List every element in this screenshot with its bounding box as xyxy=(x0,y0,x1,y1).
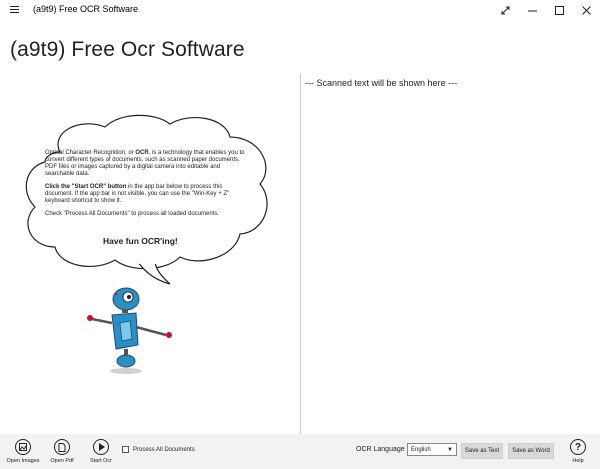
start-ocr-button[interactable]: Start Ocr xyxy=(86,439,116,464)
cloud-para1-text: Optical Character Recognition, or xyxy=(45,150,136,156)
save-as-text-button[interactable]: Save as Text xyxy=(461,443,503,459)
ocr-language-label: OCR Language xyxy=(356,446,405,453)
cloud-para3-text: Check "Process All Documents" to process… xyxy=(45,211,220,217)
page-title: (a9t9) Free Ocr Software xyxy=(10,38,245,61)
open-pdf-icon xyxy=(54,439,70,455)
help-icon: ? xyxy=(570,439,586,455)
robot-mascot xyxy=(87,287,172,374)
play-icon xyxy=(93,439,109,455)
open-images-icon xyxy=(15,439,31,455)
help-button[interactable]: ? Help xyxy=(568,439,588,464)
ocr-language-value: English xyxy=(411,447,431,453)
ocr-language-select[interactable]: English ▼ xyxy=(407,443,457,456)
save-as-word-button[interactable]: Save as Word xyxy=(508,443,554,459)
maximize-icon[interactable] xyxy=(546,0,573,20)
open-images-label: Open Images xyxy=(6,458,40,464)
start-ocr-label: Start Ocr xyxy=(89,458,112,464)
close-icon[interactable] xyxy=(573,0,600,20)
help-label: Help xyxy=(572,458,584,464)
open-images-button[interactable]: Open Images xyxy=(6,439,40,464)
checkbox-box[interactable] xyxy=(122,446,129,453)
window-title: (a9t9) Free OCR Software xyxy=(33,4,139,14)
process-all-checkbox[interactable]: Process All Documents xyxy=(122,446,195,453)
hamburger-icon[interactable] xyxy=(10,6,19,14)
speech-cloud: Optical Character Recognition, or OCR, i… xyxy=(20,112,275,288)
cloud-description: Optical Character Recognition, or OCR, i… xyxy=(45,150,250,224)
cloud-para2-bold: Click the "Start OCR" button xyxy=(45,184,127,190)
panel-divider xyxy=(300,74,301,434)
cloud-ocr-bold: OCR xyxy=(135,150,149,156)
process-all-label: Process All Documents xyxy=(133,446,195,453)
chevron-down-icon: ▼ xyxy=(447,447,453,453)
cloud-fun-text: Have fun OCR'ing! xyxy=(103,236,178,246)
open-pdf-label: Open Pdf xyxy=(50,458,74,464)
title-bar: (a9t9) Free OCR Software xyxy=(0,0,600,20)
open-pdf-button[interactable]: Open Pdf xyxy=(47,439,77,464)
scanned-text-area[interactable]: --- Scanned text will be shown here --- xyxy=(305,78,457,88)
expand-icon[interactable] xyxy=(492,0,519,20)
minimize-icon[interactable] xyxy=(519,0,546,20)
window-controls xyxy=(492,0,600,20)
